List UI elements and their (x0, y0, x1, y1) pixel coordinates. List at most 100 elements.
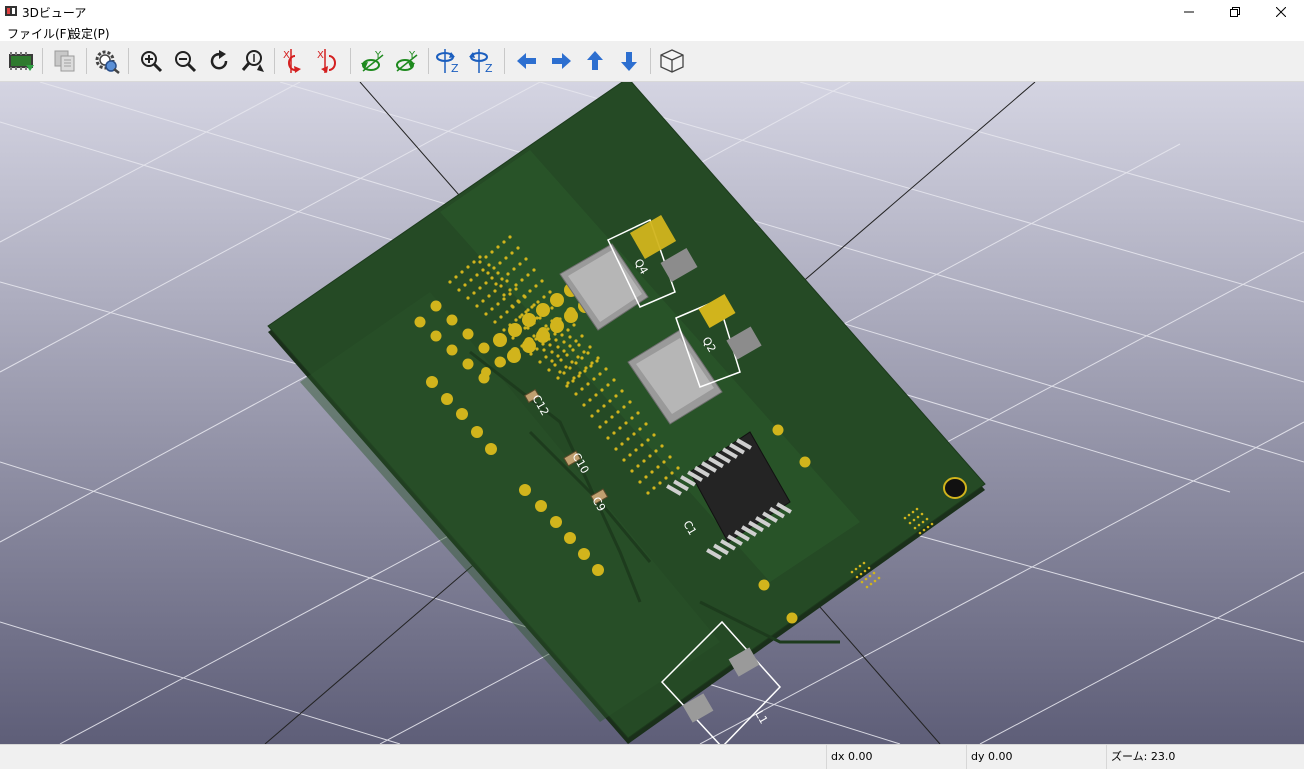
menu-bar: ファイル(F) 設定(P) (0, 23, 1304, 41)
pad-dot (648, 454, 652, 458)
zoom-in-button[interactable] (136, 46, 166, 76)
window-title: 3Dビューア (22, 6, 87, 20)
pad-dot (502, 297, 506, 301)
pad-dot (478, 260, 482, 264)
settings-button[interactable] (92, 46, 122, 76)
rotate-y-cw-button[interactable]: Y (358, 46, 388, 76)
toolbar: X X Y Y Z Z (0, 41, 1304, 82)
rotate-y-ccw-button[interactable]: Y (392, 46, 422, 76)
rotate-z-cw-button[interactable]: Z (434, 46, 464, 76)
move-left-button[interactable] (512, 46, 542, 76)
via (926, 525, 930, 529)
menu-settings[interactable]: 設定(P) (69, 25, 110, 42)
pad-dot (646, 438, 650, 442)
pad-dot (642, 459, 646, 463)
header-pin (519, 484, 531, 496)
pad-dot (564, 365, 568, 369)
minimize-button[interactable] (1166, 0, 1212, 23)
pad-dot (544, 355, 548, 359)
round-pad (564, 309, 578, 323)
pad-dot (532, 268, 536, 272)
pad-dot (610, 415, 614, 419)
header-pin (446, 314, 458, 326)
via (920, 512, 924, 516)
pad-dot (576, 355, 580, 359)
pad-dot (656, 465, 660, 469)
pad-dot (588, 398, 592, 402)
pad-dot (484, 312, 488, 316)
pad-dot (668, 455, 672, 459)
rotate-x-ccw-button[interactable]: X (314, 46, 344, 76)
redraw-button[interactable] (204, 46, 234, 76)
pad-dot (500, 277, 504, 281)
round-pad (508, 323, 522, 337)
pad-dot (624, 421, 628, 425)
round-pad (550, 293, 564, 307)
rotate-z-cw-icon: Z (436, 49, 459, 75)
via (860, 580, 864, 584)
pad-dot (506, 272, 510, 276)
round-pad (522, 339, 536, 353)
status-dx: dx 0.00 (826, 745, 965, 769)
via (858, 564, 862, 568)
pad-dot (448, 280, 452, 284)
zoom-out-button[interactable] (170, 46, 200, 76)
rotate-y-ccw-icon: Y (396, 50, 418, 72)
pad-dot (574, 361, 578, 365)
pad-dot (516, 246, 520, 250)
pad-dot (565, 353, 569, 357)
pad-dot (553, 363, 557, 367)
pad-dot (524, 257, 528, 261)
3d-scene[interactable]: Q4 Q2 C12 C10 C9 C1 L1 (0, 82, 1304, 744)
rotate-z-ccw-button[interactable]: Z (468, 46, 498, 76)
pad-dot (498, 261, 502, 265)
rotate-x-cw-button[interactable]: X (280, 46, 310, 76)
reload-board-button[interactable] (7, 46, 37, 76)
pad-dot (616, 410, 620, 414)
pad-dot (496, 302, 500, 306)
pad-dot (550, 306, 554, 310)
zoom-in-icon (141, 51, 163, 73)
pad-dot (600, 388, 604, 392)
pad-dot (475, 304, 479, 308)
rotate-x-ccw-icon: X (317, 49, 336, 73)
3d-viewport[interactable]: Q4 Q2 C12 C10 C9 C1 L1 (0, 82, 1304, 744)
pad-dot (676, 466, 680, 470)
pad-dot (463, 283, 467, 287)
pad-dot (566, 381, 570, 385)
restore-button[interactable] (1212, 0, 1258, 23)
pad-dot (499, 315, 503, 319)
pad-dot (658, 481, 662, 485)
pad-dot (559, 358, 563, 362)
header-pin (592, 564, 604, 576)
copy-to-clipboard-button[interactable] (50, 46, 80, 76)
pad-dot (622, 405, 626, 409)
via (865, 585, 869, 589)
pad-dot (550, 359, 554, 363)
orthographic-view-button[interactable] (657, 46, 687, 76)
move-down-button[interactable] (614, 46, 644, 76)
pad-dot (547, 368, 551, 372)
close-button[interactable] (1258, 0, 1304, 23)
pad-dot (516, 299, 520, 303)
header-pin (786, 612, 798, 624)
pad-dot (460, 270, 464, 274)
pad-dot (574, 392, 578, 396)
move-right-button[interactable] (546, 46, 576, 76)
menu-file[interactable]: ファイル(F) (7, 25, 71, 42)
header-pin (441, 393, 453, 405)
pad-dot (606, 383, 610, 387)
pad-dot (628, 453, 632, 457)
svg-text:Z: Z (485, 62, 493, 75)
pad-dot (544, 324, 548, 328)
pad-dot (662, 460, 666, 464)
pad-dot (584, 366, 588, 370)
pad-dot (469, 278, 473, 282)
pad-dot (638, 427, 642, 431)
move-up-button[interactable] (580, 46, 610, 76)
zoom-fit-button[interactable] (238, 46, 268, 76)
via (917, 523, 921, 527)
pad-dot (602, 404, 606, 408)
pad-dot (588, 345, 592, 349)
pad-dot (556, 354, 560, 358)
